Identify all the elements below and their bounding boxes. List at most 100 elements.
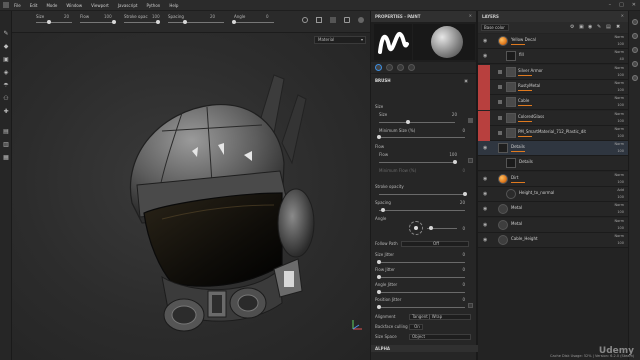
size-space-select[interactable]: Object bbox=[409, 334, 471, 340]
layer-disabled-strip[interactable] bbox=[478, 79, 490, 95]
toolbar-flow-knob[interactable] bbox=[112, 20, 116, 24]
layer-opacity[interactable]: 100 bbox=[617, 226, 624, 230]
add-fill-layer-icon[interactable]: ◉ bbox=[588, 25, 593, 30]
material-sphere-preview[interactable] bbox=[413, 24, 475, 60]
add-paint-layer-icon[interactable]: ✎ bbox=[597, 25, 602, 30]
layer-row[interactable]: ◉ Metal Norm 100 bbox=[478, 217, 628, 233]
flow-pressure-icon[interactable] bbox=[468, 158, 473, 163]
toolbar-spacing-slider[interactable] bbox=[168, 22, 224, 23]
toolbar-size-value[interactable]: 20 bbox=[64, 14, 69, 19]
layer-row[interactable]: ◉ Metal Norm 100 bbox=[478, 202, 628, 218]
prop-min-size-value[interactable]: 0 bbox=[462, 128, 465, 133]
prop-flow-slider[interactable] bbox=[379, 162, 455, 163]
symmetry-icon[interactable] bbox=[302, 17, 308, 23]
prop-spacing-knob[interactable] bbox=[381, 208, 386, 212]
tab-material-icon[interactable] bbox=[386, 64, 393, 71]
menu-python[interactable]: Python bbox=[146, 3, 160, 8]
export-icon[interactable]: ▥ bbox=[3, 142, 9, 148]
color-picker-icon[interactable]: ✚ bbox=[3, 109, 9, 115]
prop-size-jitter-value[interactable]: 0 bbox=[462, 252, 465, 257]
prop-angle-jitter-slider[interactable] bbox=[379, 292, 465, 293]
toolbar-flow-slider[interactable] bbox=[80, 22, 114, 23]
angle-dial[interactable] bbox=[409, 221, 423, 235]
layer-opacity[interactable]: 40 bbox=[620, 57, 624, 61]
preset-icon[interactable]: ▣ bbox=[464, 78, 468, 83]
layer-blend-mode[interactable]: Norm bbox=[614, 50, 624, 54]
toolbar-angle-knob[interactable] bbox=[232, 20, 236, 24]
visibility-eye-icon[interactable]: ◉ bbox=[483, 222, 487, 228]
layer-disabled-strip[interactable] bbox=[478, 110, 490, 126]
visibility-eye-icon[interactable]: ◉ bbox=[483, 146, 487, 151]
visibility-eye-icon[interactable]: ◉ bbox=[483, 54, 487, 59]
prop-flow-knob[interactable] bbox=[453, 160, 457, 164]
delete-layer-icon[interactable]: ✖ bbox=[616, 25, 621, 30]
toolbar-angle-slider[interactable] bbox=[234, 22, 274, 23]
toolbar-stroke-slider[interactable] bbox=[124, 22, 158, 23]
visibility-eye-icon[interactable]: ◉ bbox=[483, 39, 487, 44]
history-icon[interactable] bbox=[632, 75, 638, 81]
toolbar-flow-value[interactable]: 100 bbox=[104, 14, 112, 19]
prop-size-slider[interactable] bbox=[379, 122, 455, 123]
layer-opacity[interactable]: 100 bbox=[617, 180, 624, 184]
layer-blend-mode[interactable]: Norm bbox=[614, 234, 624, 238]
pen-pressure-icon[interactable] bbox=[468, 118, 473, 123]
layer-opacity[interactable]: 100 bbox=[617, 103, 624, 107]
smudge-icon[interactable]: ☂ bbox=[3, 83, 9, 89]
eraser-icon[interactable]: ◆ bbox=[3, 44, 9, 50]
layer-blend-mode[interactable]: Add bbox=[617, 188, 624, 192]
tab-brush-icon[interactable] bbox=[375, 64, 382, 71]
prop-flow-jitter-slider[interactable] bbox=[379, 277, 465, 278]
prop-flow-jitter-knob[interactable] bbox=[377, 275, 381, 279]
layer-row[interactable]: Cable Norm 100 bbox=[478, 95, 628, 111]
layer-blend-mode[interactable]: Norm bbox=[614, 35, 624, 39]
visibility-eye-icon[interactable]: ◉ bbox=[483, 176, 487, 182]
toolbar-spacing-value[interactable]: 20 bbox=[210, 14, 215, 19]
prop-size-jitter-slider[interactable] bbox=[379, 262, 465, 263]
prop-min-size-knob[interactable] bbox=[377, 135, 381, 139]
folder-expand-icon[interactable] bbox=[498, 130, 502, 135]
prop-size-jitter-knob[interactable] bbox=[377, 260, 381, 264]
prop-spacing-slider[interactable] bbox=[379, 210, 465, 211]
layer-blend-mode[interactable]: Norm bbox=[614, 112, 624, 116]
camera-icon[interactable] bbox=[330, 17, 336, 23]
brush-section-header[interactable]: BRUSH ▣ bbox=[371, 78, 476, 88]
prop-size-value[interactable]: 20 bbox=[452, 112, 457, 117]
angle-dial-knob[interactable] bbox=[414, 226, 418, 230]
minimize-button[interactable]: – bbox=[609, 2, 612, 8]
layer-row[interactable]: RustyMetal Norm 100 bbox=[478, 79, 628, 95]
visibility-eye-icon[interactable]: ◉ bbox=[483, 237, 487, 243]
menu-help[interactable]: Help bbox=[169, 3, 178, 8]
paint-brush-icon[interactable]: ✎ bbox=[3, 31, 9, 37]
display-settings-icon[interactable] bbox=[344, 17, 350, 23]
menu-javascript[interactable]: Javascript bbox=[118, 3, 138, 8]
alignment-select[interactable]: Tangent | Wrap bbox=[409, 314, 471, 320]
layer-row[interactable]: ◉ Cable_Height Norm 100 bbox=[478, 232, 628, 248]
layer-row[interactable]: ColoredGlass Norm 100 bbox=[478, 110, 628, 126]
position-jitter-lock-icon[interactable] bbox=[468, 303, 473, 308]
prop-position-jitter-slider[interactable] bbox=[379, 307, 465, 308]
menu-mode[interactable]: Mode bbox=[46, 3, 57, 8]
prop-angle-value[interactable]: 0 bbox=[462, 226, 465, 231]
layer-blend-mode[interactable]: Norm bbox=[614, 127, 624, 131]
prop-flow-value[interactable]: 100 bbox=[449, 152, 457, 157]
prop-angle-knob[interactable] bbox=[429, 226, 433, 230]
folder-expand-icon[interactable] bbox=[498, 69, 502, 74]
visibility-eye-icon[interactable]: ◉ bbox=[483, 192, 487, 197]
render-icon[interactable] bbox=[358, 17, 364, 23]
backface-toggle[interactable]: On bbox=[409, 324, 423, 330]
layer-disabled-strip[interactable] bbox=[478, 95, 490, 111]
layer-row[interactable]: ◉ fill Norm 40 bbox=[478, 49, 628, 65]
polygon-fill-icon[interactable]: ◈ bbox=[3, 70, 9, 76]
add-mask-icon[interactable]: ▣ bbox=[579, 25, 584, 30]
layer-opacity[interactable]: 100 bbox=[617, 42, 624, 46]
layer-opacity[interactable]: 100 bbox=[617, 134, 624, 138]
folder-expand-icon[interactable] bbox=[498, 100, 502, 105]
visibility-eye-icon[interactable]: ◉ bbox=[483, 207, 487, 212]
layer-blend-mode[interactable]: Norm bbox=[614, 96, 624, 100]
viewer-settings-icon[interactable] bbox=[632, 61, 638, 67]
prop-angle-jitter-value[interactable]: 0 bbox=[462, 282, 465, 287]
layer-opacity[interactable]: 100 bbox=[617, 241, 624, 245]
alpha-section-header[interactable]: ALPHA bbox=[371, 345, 478, 352]
brush-stroke-preview[interactable] bbox=[374, 24, 412, 60]
layer-opacity[interactable]: 100 bbox=[617, 149, 624, 153]
